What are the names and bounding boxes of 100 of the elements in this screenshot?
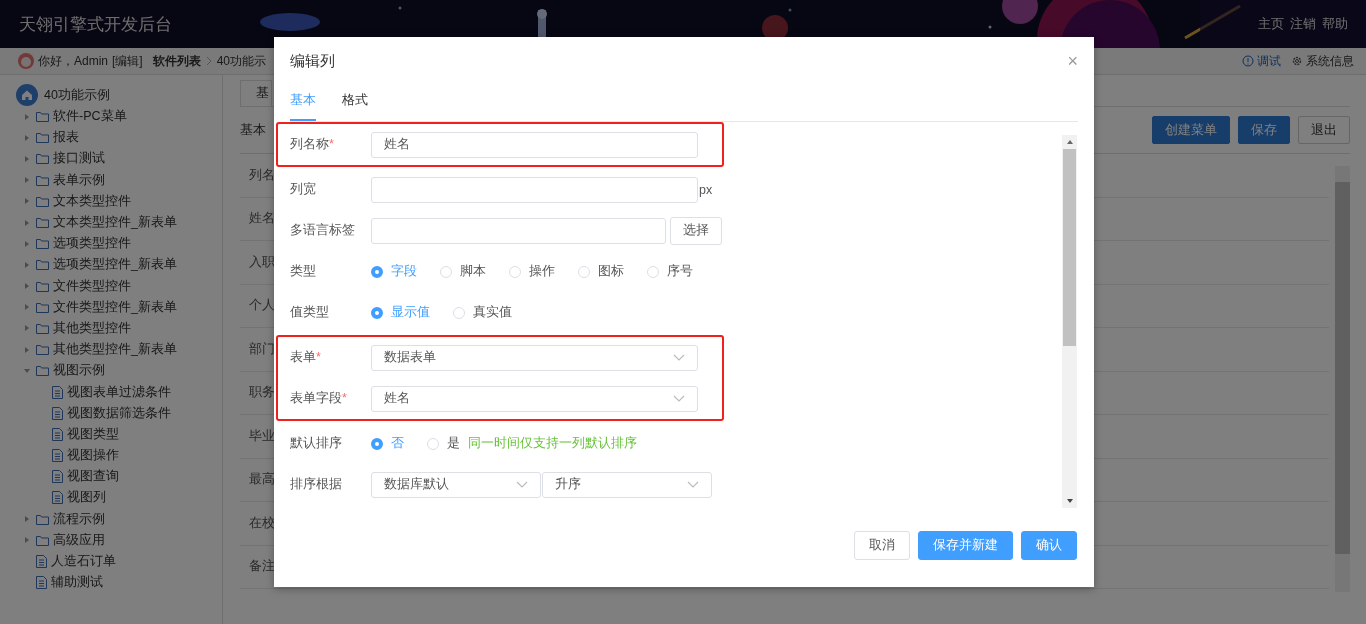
dropdown-field[interactable]: 数据表单 <box>371 344 698 371</box>
tree-item[interactable]: 表单示例 <box>53 171 105 189</box>
tree-item[interactable]: 软件-PC菜单 <box>53 108 127 126</box>
dialog-button[interactable]: 确认 <box>1021 531 1077 560</box>
field-label: 表单* <box>290 349 322 366</box>
tree-item[interactable]: 视图查询 <box>67 468 119 486</box>
folder-icon <box>36 174 49 186</box>
dialog-button[interactable]: 取消 <box>854 531 910 560</box>
document-icon <box>52 470 63 484</box>
text-field[interactable]: 姓名 <box>371 131 698 158</box>
section-title: 基本 <box>240 121 267 139</box>
field-label: 在校 <box>249 514 275 532</box>
field-label: 最高 <box>249 471 275 489</box>
radio-option[interactable]: 真实值 <box>453 304 512 321</box>
tree-item[interactable]: 视图数据筛选条件 <box>67 404 171 422</box>
folder-icon <box>36 238 49 250</box>
document-icon <box>52 385 63 399</box>
folder-icon <box>36 534 49 546</box>
tab[interactable]: 基本 <box>290 85 316 121</box>
dialog-title: 编辑列 <box>290 51 335 71</box>
avatar-icon <box>18 53 34 69</box>
header-link[interactable]: 主页 <box>1258 16 1284 33</box>
scrollbar[interactable] <box>1335 166 1350 592</box>
document-icon <box>36 576 47 590</box>
tree-item[interactable]: 视图操作 <box>67 447 119 465</box>
folder-icon <box>36 217 49 229</box>
select-button[interactable]: 选择 <box>670 216 722 245</box>
tree-item[interactable]: 辅助测试 <box>51 574 103 592</box>
field-label: 多语言标签 <box>290 222 356 239</box>
tree-item[interactable]: 高级应用 <box>53 531 105 549</box>
app-title: 天翎引擎式开发后台 <box>19 14 172 36</box>
header-link[interactable]: 帮助 <box>1322 16 1348 33</box>
tree-item[interactable]: 视图类型 <box>67 425 119 443</box>
field-label: 表单字段* <box>290 390 348 407</box>
folder-icon <box>36 259 49 271</box>
tab[interactable]: 基 <box>240 80 272 106</box>
field-label: 值类型 <box>290 304 330 321</box>
tree-item[interactable]: 人造石订单 <box>51 553 116 571</box>
dropdown-field[interactable]: 姓名 <box>371 385 698 412</box>
system-info-link[interactable]: 系统信息 <box>1291 52 1354 70</box>
folder-icon <box>36 280 49 292</box>
tree-item[interactable]: 视图列 <box>67 489 106 507</box>
radio-option[interactable]: 字段 <box>371 263 417 280</box>
folder-icon <box>36 195 49 207</box>
tree-item[interactable]: 文件类型控件_新表单 <box>53 298 177 316</box>
toolbar-button[interactable]: 保存 <box>1238 116 1290 144</box>
scrollbar[interactable] <box>1062 135 1077 508</box>
folder-icon <box>36 153 49 165</box>
tree-item[interactable]: 流程示例 <box>53 510 105 528</box>
dropdown-field[interactable]: 数据库默认 <box>371 471 541 498</box>
dropdown-field[interactable]: 升序 <box>542 471 712 498</box>
tree-item[interactable]: 报表 <box>53 129 79 147</box>
field-label: 列名称* <box>290 136 335 153</box>
field-label: 默认排序 <box>290 435 343 452</box>
field-label: 个人 <box>249 297 275 315</box>
header-link[interactable]: 注销 <box>1290 16 1316 33</box>
tree-item[interactable]: 视图示例 <box>53 362 105 380</box>
field-label: 排序根据 <box>290 476 343 493</box>
chevron-down-icon <box>687 480 699 489</box>
tree-item[interactable]: 其他类型控件 <box>53 319 131 337</box>
radio-option[interactable]: 是 <box>427 435 460 452</box>
tree-item[interactable]: 选项类型控件 <box>53 235 131 253</box>
folder-icon <box>36 132 49 144</box>
tab[interactable]: 格式 <box>342 85 368 121</box>
radio-option[interactable]: 操作 <box>509 263 555 280</box>
toolbar-button[interactable]: 退出 <box>1298 116 1350 144</box>
radio-option[interactable]: 否 <box>371 435 404 452</box>
debug-link[interactable]: 调试 <box>1242 52 1281 70</box>
tree-item[interactable]: 文本类型控件_新表单 <box>53 214 177 232</box>
radio-option[interactable]: 显示值 <box>371 304 430 321</box>
tree-item[interactable]: 文本类型控件 <box>53 192 131 210</box>
tree-root-label[interactable]: 40功能示例 <box>44 86 110 104</box>
folder-icon <box>36 111 49 123</box>
breadcrumb-item[interactable]: 40功能示 <box>216 52 267 70</box>
folder-icon <box>36 365 49 377</box>
edit-link[interactable]: [编辑] <box>112 52 143 70</box>
folder-icon <box>36 322 49 334</box>
field-label: 列宽 <box>290 181 317 198</box>
folder-icon <box>36 301 49 313</box>
hint-text: 同一时间仅支持一列默认排序 <box>468 435 637 452</box>
document-icon <box>52 449 63 463</box>
close-button[interactable]: × <box>1067 50 1078 72</box>
radio-option[interactable]: 脚本 <box>440 263 486 280</box>
tree-item[interactable]: 文件类型控件 <box>53 277 131 295</box>
text-field[interactable] <box>371 176 698 203</box>
breadcrumb-item[interactable]: 软件列表 <box>152 52 201 70</box>
dialog-button[interactable]: 保存并新建 <box>918 531 1013 560</box>
home-icon <box>16 84 38 106</box>
settings-icon <box>1291 55 1303 67</box>
radio-option[interactable]: 图标 <box>578 263 624 280</box>
tree-item[interactable]: 选项类型控件_新表单 <box>53 256 177 274</box>
toolbar-button[interactable]: 创建菜单 <box>1152 116 1230 144</box>
unit-label: px <box>699 182 713 197</box>
field-label: 部门 <box>249 340 275 358</box>
radio-option[interactable]: 序号 <box>647 263 693 280</box>
tree-item[interactable]: 视图表单过滤条件 <box>67 383 171 401</box>
text-field[interactable] <box>371 217 666 244</box>
tree-item[interactable]: 接口测试 <box>53 150 105 168</box>
field-label: 姓名 <box>249 210 275 228</box>
tree-item[interactable]: 其他类型控件_新表单 <box>53 341 177 359</box>
